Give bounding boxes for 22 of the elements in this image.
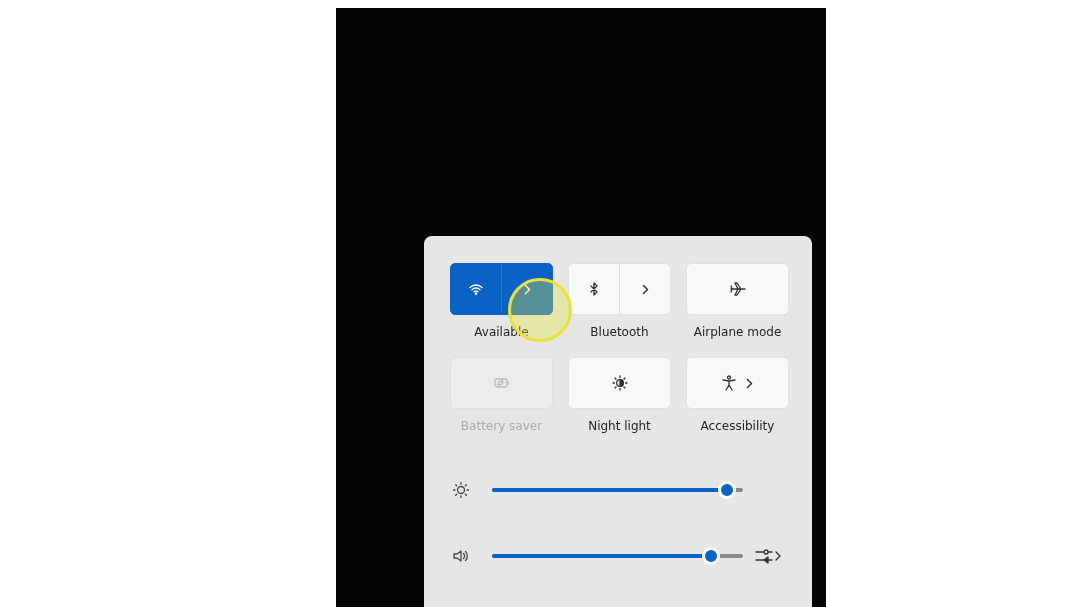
airplane-icon [729, 281, 746, 297]
slider-thumb[interactable] [718, 481, 736, 499]
bluetooth-icon [589, 282, 599, 296]
toggle-button[interactable] [686, 263, 789, 315]
tile-label: Bluetooth [590, 325, 649, 339]
sun-moon-icon [611, 375, 628, 391]
brightness-icon [452, 481, 470, 499]
tile-label: Night light [588, 419, 651, 433]
accessibility-icon [722, 375, 736, 391]
slider-thumb[interactable] [701, 547, 720, 565]
speaker-icon [453, 549, 469, 563]
tile-label: Battery saver [460, 419, 543, 433]
chevron-icon [746, 377, 753, 389]
toggle-button[interactable] [568, 357, 671, 409]
chevron-icon [523, 283, 531, 295]
tile-label: Airplane mode [693, 325, 782, 339]
tile-label: Accessibility [700, 419, 775, 433]
chevron-icon [641, 283, 649, 295]
battery-leaf-icon [493, 378, 510, 388]
toggle-button[interactable] [686, 357, 789, 409]
audio-mixer-icon[interactable] [755, 548, 781, 564]
wifi-icon [469, 283, 483, 295]
